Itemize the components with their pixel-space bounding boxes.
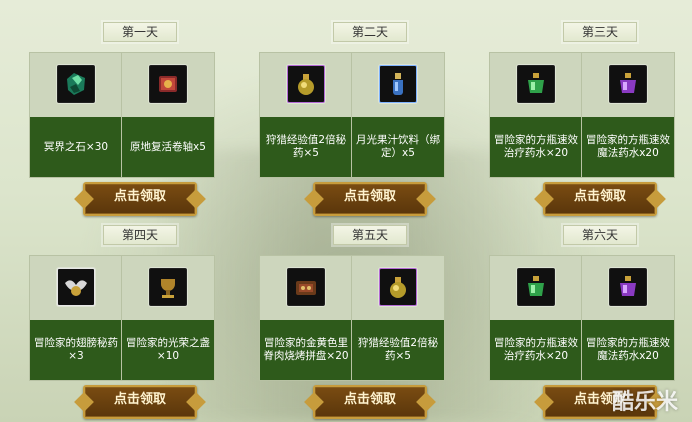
reward-card[interactable]: 冒险家的方瓶速效治疗药水×20 (489, 52, 583, 178)
reward-card[interactable]: 狩猎经验值2倍秘药×5 (259, 52, 353, 178)
day-2-items: 狩猎经验值2倍秘药×5 月光果汁饮料（绑定）x5 (255, 52, 485, 182)
reward-label: 狩猎经验值2倍秘药×5 (260, 117, 352, 177)
day-6-title: 第六天 (563, 225, 637, 245)
claim-button[interactable]: 点击领取 (313, 385, 427, 419)
day-4-panel: 第四天 冒险家的翅膀秘药×3 冒险家的光荣之盏×10 点击领取 (25, 225, 255, 419)
day-3-title: 第三天 (563, 22, 637, 42)
day-4-title: 第四天 (103, 225, 177, 245)
reward-label: 冒险家的方瓶速效治疗药水×20 (490, 320, 582, 380)
reward-card[interactable]: 冒险家的方瓶速效魔法药水x20 (581, 255, 675, 381)
reward-label: 冒险家的翅膀秘药×3 (30, 320, 122, 380)
day-3-panel: 第三天 冒险家的方瓶速效治疗药水×20 冒险家的方瓶速效魔法药水x20 点击领取 (485, 22, 692, 216)
day-5-panel: 第五天 冒险家的金黄色里脊肉烧烤拼盘×20 狩猎经验值2倍秘药×5 点击领取 (255, 225, 485, 419)
food-platter-icon (287, 268, 325, 306)
reward-card[interactable]: 狩猎经验值2倍秘药×5 (351, 255, 445, 381)
reward-label: 狩猎经验值2倍秘药×5 (352, 320, 444, 380)
potion-icon (379, 268, 417, 306)
green-potion-icon (517, 268, 555, 306)
day-5-title: 第五天 (333, 225, 407, 245)
day-1-title: 第一天 (103, 22, 177, 42)
reward-card[interactable]: 原地复活卷轴x5 (121, 52, 215, 178)
chalice-icon (149, 268, 187, 306)
reward-label: 冒险家的金黄色里脊肉烧烤拼盘×20 (260, 320, 352, 380)
reward-card[interactable]: 冒险家的金黄色里脊肉烧烤拼盘×20 (259, 255, 353, 381)
purple-potion-icon (609, 65, 647, 103)
wing-potion-icon (57, 268, 95, 306)
day-1-items: 冥界之石×30 原地复活卷轴x5 (25, 52, 255, 182)
day-6-items: 冒险家的方瓶速效治疗药水×20 冒险家的方瓶速效魔法药水x20 (485, 255, 692, 385)
watermark: 酷乐米 (611, 390, 678, 415)
reward-card[interactable]: 冒险家的翅膀秘药×3 (29, 255, 123, 381)
reward-label: 冥界之石×30 (30, 117, 122, 177)
day-3-items: 冒险家的方瓶速效治疗药水×20 冒险家的方瓶速效魔法药水x20 (485, 52, 692, 182)
day-5-items: 冒险家的金黄色里脊肉烧烤拼盘×20 狩猎经验值2倍秘药×5 (255, 255, 485, 385)
green-potion-icon (517, 65, 555, 103)
scroll-icon (149, 65, 187, 103)
day-4-items: 冒险家的翅膀秘药×3 冒险家的光荣之盏×10 (25, 255, 255, 385)
day-2-title: 第二天 (333, 22, 407, 42)
reward-label: 冒险家的方瓶速效魔法药水x20 (582, 320, 674, 380)
reward-label: 冒险家的方瓶速效治疗药水×20 (490, 117, 582, 177)
claim-button[interactable]: 点击领取 (543, 182, 657, 216)
day-2-panel: 第二天 狩猎经验值2倍秘药×5 月光果汁饮料（绑定）x5 点击领取 (255, 22, 485, 216)
claim-button[interactable]: 点击领取 (83, 385, 197, 419)
claim-button[interactable]: 点击领取 (313, 182, 427, 216)
reward-card[interactable]: 冒险家的方瓶速效治疗药水×20 (489, 255, 583, 381)
day-1-panel: 第一天 冥界之石×30 原地复活卷轴x5 点击领取 (25, 22, 255, 216)
reward-card[interactable]: 月光果汁饮料（绑定）x5 (351, 52, 445, 178)
gem-icon (57, 65, 95, 103)
reward-label: 冒险家的光荣之盏×10 (122, 320, 214, 380)
reward-card[interactable]: 冥界之石×30 (29, 52, 123, 178)
potion-icon (287, 65, 325, 103)
reward-card[interactable]: 冒险家的方瓶速效魔法药水x20 (581, 52, 675, 178)
bottle-icon (379, 65, 417, 103)
reward-label: 月光果汁饮料（绑定）x5 (352, 117, 444, 177)
reward-label: 冒险家的方瓶速效魔法药水x20 (582, 117, 674, 177)
reward-label: 原地复活卷轴x5 (122, 117, 214, 177)
reward-card[interactable]: 冒险家的光荣之盏×10 (121, 255, 215, 381)
purple-potion-icon (609, 268, 647, 306)
claim-button[interactable]: 点击领取 (83, 182, 197, 216)
